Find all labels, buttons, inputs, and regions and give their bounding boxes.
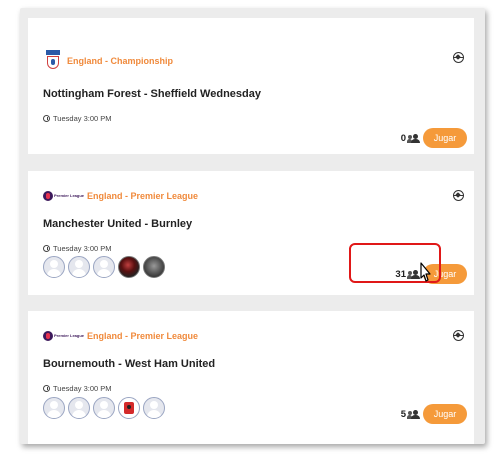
premier-league-logo: Premier League <box>43 191 84 201</box>
soccer-ball-icon[interactable] <box>453 190 464 201</box>
clock-icon <box>43 245 50 252</box>
avatar[interactable] <box>68 397 90 419</box>
cursor-icon <box>420 262 431 282</box>
avatar[interactable] <box>118 397 140 419</box>
player-avatars <box>43 256 168 278</box>
avatar[interactable] <box>68 256 90 278</box>
avatar[interactable] <box>93 397 115 419</box>
users-icon <box>407 409 420 419</box>
match-card: England - Championship Nottingham Forest… <box>28 18 474 154</box>
avatar[interactable] <box>43 397 65 419</box>
avatar[interactable] <box>43 256 65 278</box>
jugar-button[interactable]: Jugar <box>423 404 467 424</box>
player-avatars <box>43 397 168 419</box>
clock-icon <box>43 385 50 392</box>
player-count-area: 0 Jugar <box>401 128 467 148</box>
users-icon <box>407 133 420 143</box>
match-title[interactable]: Nottingham Forest - Sheffield Wednesday <box>43 88 261 100</box>
player-count-area: 5 Jugar <box>401 404 467 424</box>
match-time: Tuesday 3:00 PM <box>43 114 112 123</box>
match-list: England - Championship Nottingham Forest… <box>20 8 485 444</box>
league-label: Premier League England - Premier League <box>43 331 198 341</box>
avatar[interactable] <box>93 256 115 278</box>
premier-league-logo: Premier League <box>43 331 84 341</box>
match-card: Premier League England - Premier League … <box>28 311 474 444</box>
soccer-ball-icon[interactable] <box>453 52 464 63</box>
match-time: Tuesday 3:00 PM <box>43 244 112 253</box>
championship-logo <box>43 50 63 72</box>
player-count: 0 <box>400 132 406 144</box>
soccer-ball-icon[interactable] <box>453 330 464 341</box>
league-label: Premier League England - Premier League <box>43 191 198 201</box>
jugar-button[interactable]: Jugar <box>423 128 467 148</box>
player-count: 5 <box>400 408 406 420</box>
match-title[interactable]: Bournemouth - West Ham United <box>43 358 215 370</box>
match-title[interactable]: Manchester United - Burnley <box>43 218 192 230</box>
match-time: Tuesday 3:00 PM <box>43 384 112 393</box>
league-label: England - Championship <box>43 50 173 72</box>
clock-icon <box>43 115 50 122</box>
avatar[interactable] <box>143 256 165 278</box>
avatar[interactable] <box>143 397 165 419</box>
avatar[interactable] <box>118 256 140 278</box>
